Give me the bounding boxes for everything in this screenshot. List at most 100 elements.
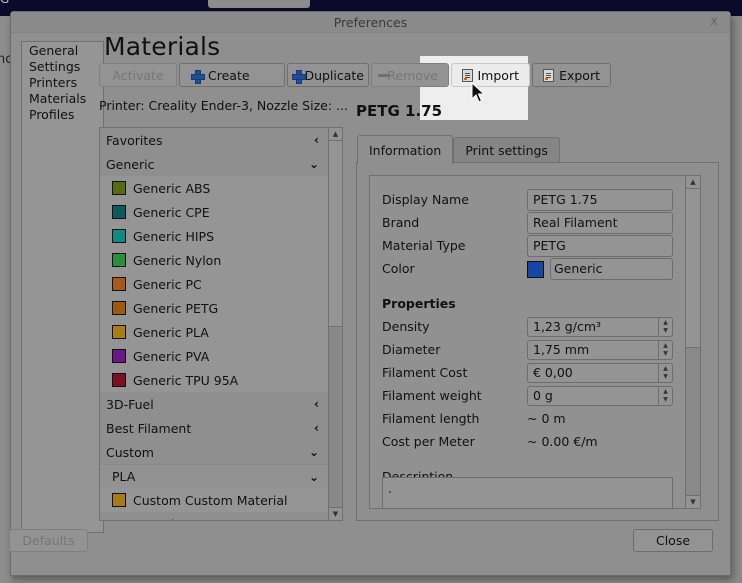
- material-item-custom[interactable]: Custom Custom Material: [100, 488, 329, 512]
- spin-arrows-icon[interactable]: ▲ ▼: [658, 364, 672, 382]
- material-detail-title: PETG 1.75: [356, 102, 443, 120]
- remove-button[interactable]: Remove: [371, 63, 449, 87]
- group-best-filament[interactable]: Best Filament ‹: [100, 416, 329, 440]
- spin-arrows-icon[interactable]: ▲ ▼: [658, 341, 672, 359]
- scrollbar-thumb[interactable]: [329, 141, 342, 327]
- scrollbar-thumb[interactable]: [686, 189, 700, 348]
- color-swatch: [112, 301, 126, 315]
- density-spinbox[interactable]: 1,23 g/cm³ ▲ ▼: [527, 317, 673, 337]
- color-swatch: [112, 493, 126, 507]
- scroll-down-arrow-icon[interactable]: ▼: [686, 495, 700, 508]
- description-textarea[interactable]: .: [382, 477, 673, 508]
- material-item[interactable]: Generic Nylon: [100, 248, 329, 272]
- export-button[interactable]: Export: [532, 63, 611, 87]
- color-swatch: [112, 253, 126, 267]
- activate-button[interactable]: Activate: [99, 63, 177, 87]
- properties-heading: Properties: [382, 296, 456, 311]
- group-label: Best Filament: [106, 420, 192, 436]
- import-button[interactable]: Import: [451, 63, 530, 87]
- nav-item-settings[interactable]: Settings: [29, 59, 103, 75]
- defaults-label: Defaults: [22, 533, 75, 548]
- duplicate-label: Duplicate: [304, 67, 364, 83]
- scroll-up-arrow-icon[interactable]: ▲: [329, 128, 342, 141]
- subgroup-pla[interactable]: PLA ⌄: [100, 464, 329, 488]
- tab-information[interactable]: Information: [357, 135, 454, 164]
- diameter-label: Diameter: [382, 342, 441, 357]
- defaults-button[interactable]: Defaults: [9, 529, 88, 552]
- export-label: Export: [559, 67, 600, 83]
- dialog-titlebar[interactable]: Preferences x: [11, 12, 730, 33]
- cost-per-meter-label: Cost per Meter: [382, 434, 475, 449]
- document-icon: [462, 68, 473, 82]
- printer-label: Printer: Creality Ender-3, Nozzle Size: …: [99, 98, 348, 113]
- scroll-down-arrow-icon[interactable]: ▼: [329, 507, 342, 520]
- group-label: Generic: [106, 156, 155, 172]
- import-label: Import: [477, 67, 520, 83]
- material-label: Generic PLA: [133, 324, 209, 340]
- color-swatch: [112, 205, 126, 219]
- tab-print-settings[interactable]: Print settings: [453, 137, 560, 163]
- material-label: Generic ABS: [133, 180, 211, 196]
- group-3d-fuel[interactable]: 3D-Fuel ‹: [100, 392, 329, 416]
- filament-weight-spinbox[interactable]: 0 g ▲ ▼: [527, 386, 673, 406]
- filament-length-label: Filament length: [382, 411, 480, 426]
- material-item[interactable]: Generic HIPS: [100, 224, 329, 248]
- close-button[interactable]: Close: [633, 529, 713, 552]
- subgroup-label: PLA: [112, 469, 136, 484]
- nav-item-profiles[interactable]: Profiles: [29, 107, 103, 123]
- brand-field[interactable]: Real Filament: [527, 212, 673, 234]
- filament-cost-label: Filament Cost: [382, 365, 468, 380]
- filament-length-value: ~ 0 m: [527, 411, 566, 426]
- color-swatch: [112, 229, 126, 243]
- material-type-field[interactable]: PETG: [527, 235, 673, 257]
- minus-icon: [378, 69, 391, 82]
- diameter-spinbox[interactable]: 1,75 mm ▲ ▼: [527, 340, 673, 360]
- scroll-up-arrow-icon[interactable]: ▲: [686, 176, 700, 189]
- chevron-down-icon: ⌄: [308, 445, 319, 459]
- information-panel: Display Name PETG 1.75 Brand Real Filame…: [356, 162, 719, 521]
- material-item[interactable]: Generic PLA: [100, 320, 329, 344]
- density-value: 1,23 g/cm³: [533, 319, 602, 334]
- color-field[interactable]: Generic: [550, 258, 673, 280]
- material-item[interactable]: Generic PETG: [100, 296, 329, 320]
- group-partial[interactable]: Matter Tech ‹: [100, 512, 329, 520]
- spin-arrows-icon[interactable]: ▲ ▼: [658, 387, 672, 405]
- nav-item-materials[interactable]: Materials: [29, 91, 103, 107]
- material-list-content: Favorites ‹ Generic ⌄ Generic ABS Generic…: [100, 128, 329, 520]
- group-generic[interactable]: Generic ⌄: [100, 152, 329, 176]
- material-item[interactable]: Generic ABS: [100, 176, 329, 200]
- dialog-title: Preferences: [333, 15, 408, 30]
- nav-item-printers[interactable]: Printers: [29, 75, 103, 91]
- material-item[interactable]: Generic PVA: [100, 344, 329, 368]
- close-label: Close: [655, 533, 691, 548]
- spin-arrows-icon[interactable]: ▲ ▼: [658, 318, 672, 336]
- chevron-left-icon: ‹: [314, 517, 319, 520]
- filament-cost-value: € 0,00: [533, 365, 573, 380]
- dialog-close-icon[interactable]: x: [710, 14, 718, 29]
- filament-weight-label: Filament weight: [382, 388, 482, 403]
- group-favorites[interactable]: Favorites ‹: [100, 128, 329, 152]
- remove-label: Remove: [387, 67, 438, 83]
- color-swatch[interactable]: [527, 261, 544, 278]
- material-item[interactable]: Generic PC: [100, 272, 329, 296]
- duplicate-button[interactable]: Duplicate: [287, 63, 369, 87]
- color-swatch: [112, 373, 126, 387]
- display-name-field[interactable]: PETG 1.75: [527, 189, 673, 211]
- information-scrollbar[interactable]: ▲ ▼: [685, 176, 700, 508]
- material-type-label: Material Type: [382, 238, 466, 253]
- chevron-down-icon: ⌄: [308, 157, 319, 171]
- group-label: Custom: [106, 444, 154, 460]
- background-window-tab[interactable]: [208, 0, 310, 8]
- material-label: Generic TPU 95A: [133, 372, 239, 388]
- group-custom[interactable]: Custom ⌄: [100, 440, 329, 464]
- nav-item-general[interactable]: General: [29, 43, 103, 59]
- material-list-scrollbar[interactable]: ▲ ▼: [328, 128, 342, 520]
- material-item[interactable]: Generic TPU 95A: [100, 368, 329, 392]
- tab-label: Print settings: [465, 143, 548, 158]
- create-button[interactable]: Create: [179, 63, 285, 87]
- material-item[interactable]: Generic CPE: [100, 200, 329, 224]
- plus-icon: [191, 69, 205, 84]
- material-label: Generic CPE: [133, 204, 210, 220]
- document-icon: [543, 68, 555, 82]
- filament-cost-spinbox[interactable]: € 0,00 ▲ ▼: [527, 363, 673, 383]
